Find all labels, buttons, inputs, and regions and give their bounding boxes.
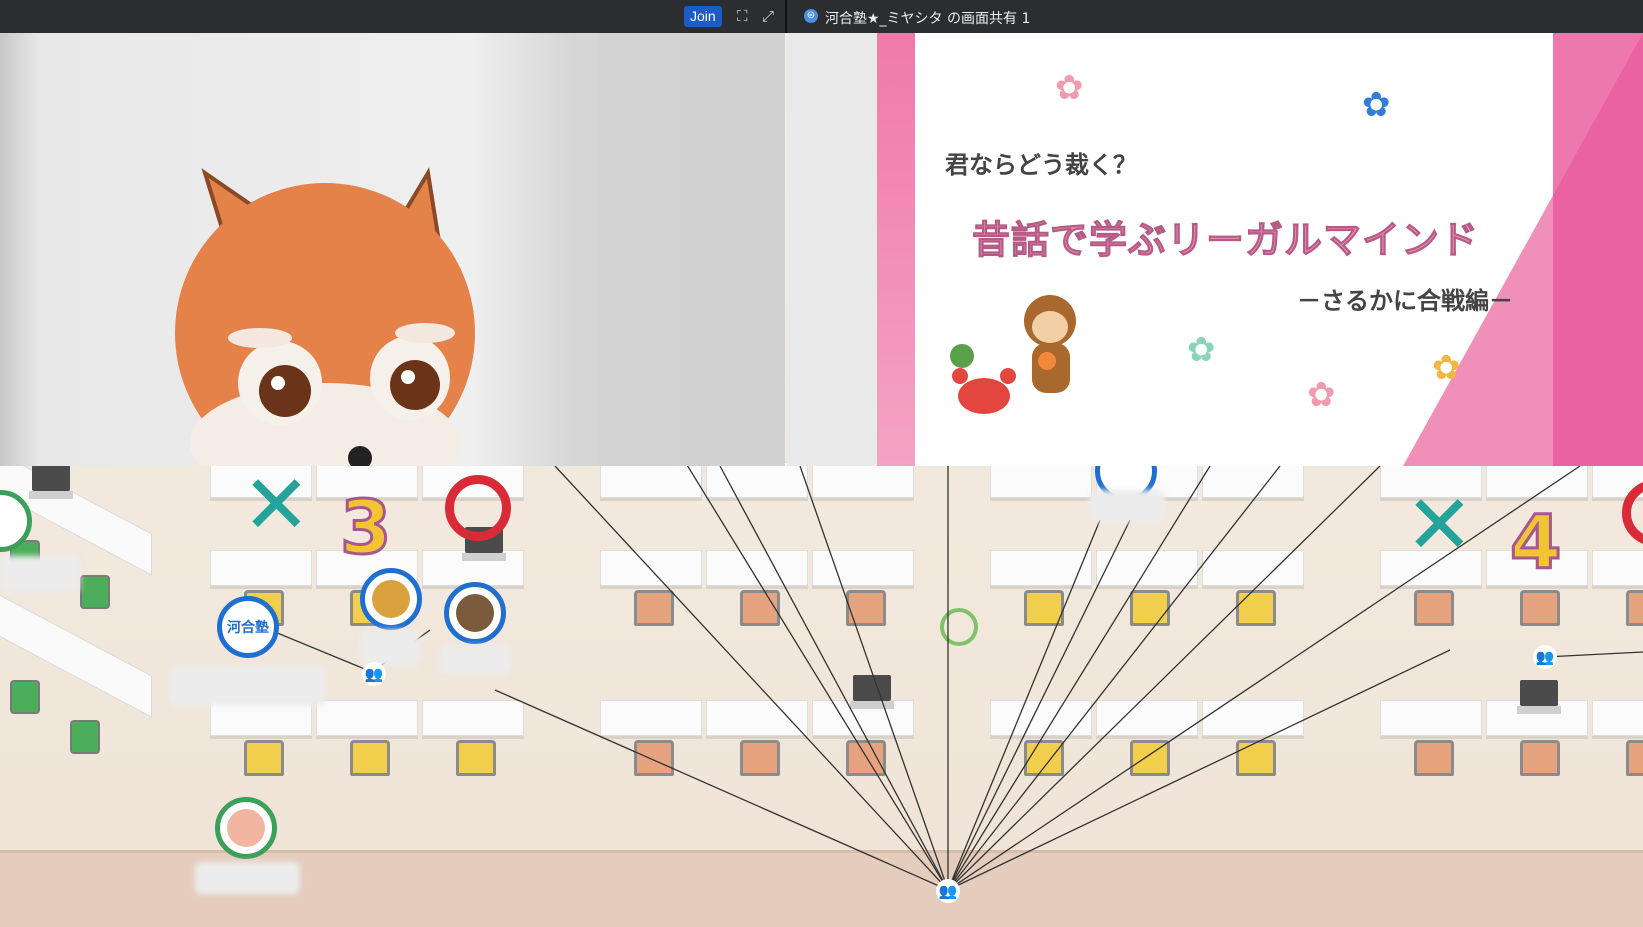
user-name-tag xyxy=(0,556,80,592)
user-name-tag xyxy=(440,646,510,674)
camera-video-panel[interactable] xyxy=(0,33,785,466)
group-icon[interactable]: 👥 xyxy=(362,662,386,686)
user-avatar[interactable] xyxy=(360,568,422,630)
flower-icon: ✿ xyxy=(1307,375,1336,415)
user-name-tag xyxy=(360,630,420,666)
flower-icon: ✿ xyxy=(1055,68,1084,108)
user-avatar[interactable]: 河合塾 xyxy=(217,596,279,658)
join-button[interactable]: Join xyxy=(684,6,722,27)
user-name-tag xyxy=(195,862,300,894)
user-avatar[interactable] xyxy=(215,797,277,859)
user-name-tag xyxy=(1090,490,1165,522)
presentation-slide: ✿ ✿ ✿ ✿ ✿ 君ならどう裁く？ 昔話で学ぶリーガルマインド －さるかに合戦… xyxy=(877,33,1643,466)
slide-decoration xyxy=(1553,33,1643,466)
panel-divider xyxy=(785,0,787,33)
group-icon[interactable]: 👥 xyxy=(1533,645,1557,669)
user-avatar[interactable] xyxy=(444,582,506,644)
monkey-crab-illustration xyxy=(950,295,1076,414)
screen-share-title: 河合塾★_ミヤシタ の画面共有 1 xyxy=(825,11,1031,27)
screen-share-icon: ⊜ xyxy=(804,9,818,23)
user-name-tag xyxy=(170,666,325,706)
expand-icon[interactable]: ⤢ xyxy=(762,7,774,25)
slide-title: 昔話で学ぶリーガルマインド xyxy=(971,218,1480,263)
avatar-label: 河合塾 xyxy=(227,620,269,636)
room-overlay xyxy=(598,33,785,466)
slide-subtitle: －さるかに合戦編－ xyxy=(1297,287,1513,315)
flower-icon: ✿ xyxy=(1432,348,1461,388)
fullscreen-icon[interactable]: ⛶ xyxy=(737,7,748,25)
flower-icon: ✿ xyxy=(1362,85,1391,125)
screen-share-panel[interactable]: ✿ ✿ ✿ ✿ ✿ 君ならどう裁く？ 昔話で学ぶリーガルマインド －さるかに合戦… xyxy=(787,33,1643,466)
video-toolbar: Join ⛶ ⤢ ⊜ 河合塾★_ミヤシタ の画面共有 1 xyxy=(0,0,1643,33)
flower-icon: ✿ xyxy=(1187,330,1216,370)
group-icon[interactable]: 👥 xyxy=(936,879,960,903)
slide-question: 君ならどう裁く？ xyxy=(945,151,1137,179)
slide-decoration xyxy=(877,33,915,466)
